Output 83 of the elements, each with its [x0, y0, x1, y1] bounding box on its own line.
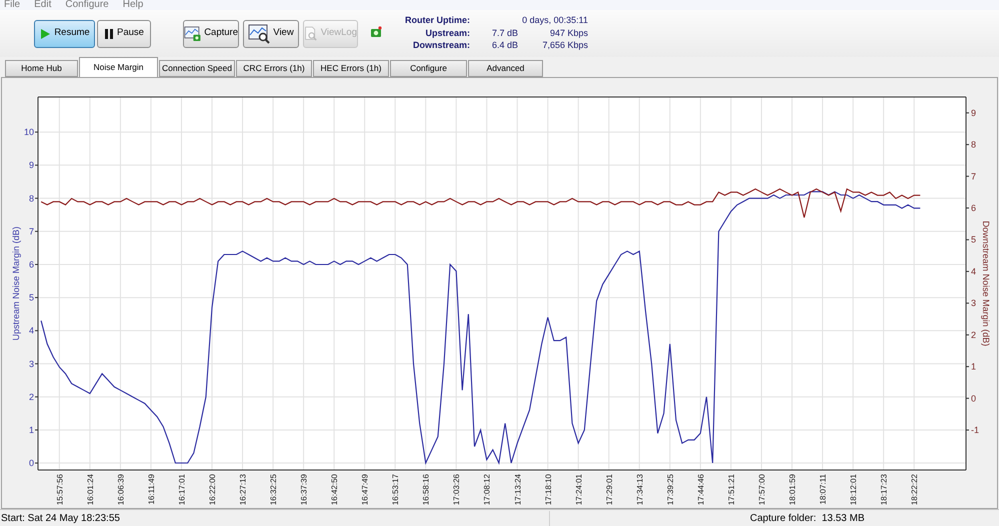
axis-tick-label: 6: [28, 259, 34, 270]
tab[interactable]: Home Hub: [5, 60, 78, 77]
view-button[interactable]: View: [243, 20, 299, 48]
tab[interactable]: Advanced: [468, 60, 543, 77]
axis-tick-label: 17:03:26: [452, 474, 462, 506]
axis-tick-label: 3: [28, 358, 34, 369]
pause-button[interactable]: Pause: [97, 20, 151, 48]
axis-tick-label: 16:37:39: [300, 474, 309, 506]
axis-tick-label: 1: [28, 424, 34, 435]
axis-tick-label: 17:13:24: [513, 474, 522, 506]
axis-tick-label: 2: [971, 330, 976, 340]
axis-tick-label: 17:34:13: [635, 474, 644, 506]
info-value: 0 days, 00:35:11: [521, 14, 588, 26]
axis-tick-label: 4: [971, 266, 976, 276]
axis-tick-label: 16:27:13: [238, 474, 248, 506]
status-start-time: Start: Sat 24 May 18:23:55: [1, 512, 120, 524]
axis-tick-label: 15:57:56: [55, 474, 64, 506]
axis-tick-label: 18:01:59: [788, 474, 797, 506]
axis-tick-label: 17:18:10: [544, 474, 553, 506]
tab[interactable]: Configure: [390, 60, 467, 77]
resume-button[interactable]: Resume: [34, 20, 95, 48]
info-label: Downstream:: [412, 39, 471, 52]
axis-tick-label: 17:39:25: [666, 474, 675, 506]
chart-magnifier-icon: [248, 24, 270, 44]
capture-button[interactable]: Capture: [183, 20, 239, 48]
axis-tick-label: 16:32:25: [269, 474, 278, 506]
status-capture-folder: Capture folder: 13.53 MB: [750, 512, 865, 524]
axis-tick-label: 5: [28, 292, 34, 303]
axis-tick-label: 16:58:16: [422, 474, 431, 506]
info-value: 6.4 dB: [490, 39, 518, 52]
axis-tick-label: 16:53:17: [391, 474, 400, 506]
axis-tick-label: 8: [28, 193, 34, 204]
pause-icon: [104, 28, 114, 40]
axis-tick-label: 16:06:39: [116, 474, 126, 506]
axis-tick-label: 0: [28, 458, 34, 468]
axis-tick-label: 16:11:49: [146, 474, 156, 505]
axis-tick-label: 7: [971, 171, 976, 182]
info-label: Router Uptime:: [404, 14, 471, 26]
axis-tick-label: 8: [971, 140, 976, 150]
axis-tick-label: 17:24:01: [574, 474, 584, 506]
menu-item[interactable]: Edit: [34, 0, 52, 10]
axis-tick-label: 5: [971, 234, 976, 245]
info-value: 947 Kbps: [548, 26, 588, 39]
menu-item[interactable]: File: [4, 0, 20, 10]
axis-tick-label: 16:47:49: [360, 474, 370, 506]
axis-tick-label: 17:44:46: [696, 474, 706, 506]
menu-item[interactable]: Configure: [65, 0, 109, 10]
info-label: Upstream:: [424, 26, 471, 39]
info-value: 7,656 Kbps: [541, 39, 588, 52]
axis-tick-label: 7: [28, 226, 34, 236]
axis-tick-label: 3: [971, 298, 976, 308]
axis-title: Downstream Noise Margin (dB): [981, 220, 991, 346]
axis-tick-label: 16:17:01: [177, 474, 186, 506]
axis-tick-label: 6: [971, 203, 976, 213]
tab[interactable]: HEC Errors (1h): [313, 60, 389, 77]
axis-title: Upstream Noise Margin (dB): [11, 226, 21, 341]
tab[interactable]: CRC Errors (1h): [236, 60, 312, 77]
play-icon: [39, 28, 52, 40]
tab[interactable]: Noise Margin: [79, 57, 158, 77]
axis-tick-label: 18:12:01: [849, 474, 858, 506]
axis-tick-label: 16:42:50: [330, 474, 340, 506]
axis-tick-label: 10: [24, 127, 34, 138]
axis-tick-label: 16:22:00: [208, 474, 217, 506]
axis-tick-label: 18:17:23: [880, 474, 889, 506]
axis-tick-label: 0: [971, 393, 976, 404]
axis-tick-label: 17:29:01: [604, 474, 614, 506]
axis-tick-label: 16:01:24: [86, 474, 95, 506]
axis-tick-label: 18:22:22: [910, 474, 920, 506]
axis-tick-label: 9: [971, 108, 976, 118]
menu-item[interactable]: Help: [122, 0, 144, 10]
axis-tick-label: 1: [971, 362, 976, 372]
chart-camera-icon: [184, 24, 202, 44]
axis-tick-label: 17:08:12: [482, 474, 492, 506]
axis-tick-label: 2: [28, 392, 34, 402]
axis-tick-label: 17:51:21: [726, 474, 736, 506]
axis-tick-label: 17:57:00: [757, 474, 766, 506]
axis-tick-label: 18:07:11: [818, 474, 828, 505]
tab[interactable]: Connection Speed: [159, 60, 235, 77]
axis-tick-label: 9: [28, 160, 34, 170]
axis-tick-label: -1: [971, 425, 980, 436]
camera-icon[interactable]: [370, 26, 382, 38]
axis-tick-label: 4: [28, 326, 34, 336]
info-value: 7.7 dB: [490, 26, 518, 39]
